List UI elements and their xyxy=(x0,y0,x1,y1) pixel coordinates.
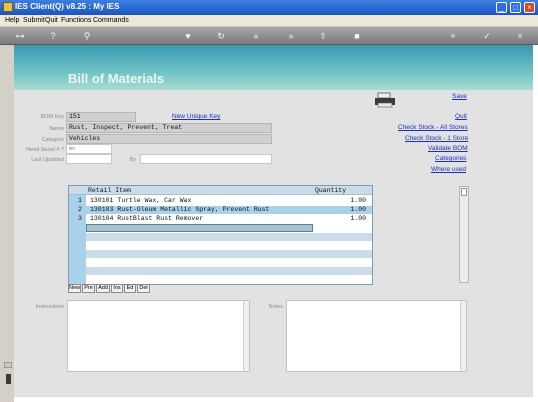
where-used-link[interactable]: Where used xyxy=(431,166,466,173)
fast-forward-icon[interactable]: » xyxy=(285,30,297,42)
row-number: 2 xyxy=(78,206,82,213)
instructions-scrollbar[interactable] xyxy=(243,301,249,371)
notes-textarea[interactable] xyxy=(286,300,467,372)
row-item: 130104 RustBlast Rust Remover xyxy=(90,215,204,222)
empty-row xyxy=(86,267,372,275)
empty-row xyxy=(86,233,372,241)
app-icon xyxy=(3,2,13,12)
bom-key-field[interactable]: 151 xyxy=(66,112,136,122)
column-quantity[interactable]: Quantity xyxy=(315,187,346,194)
check-icon[interactable]: ✓ xyxy=(481,30,493,42)
printer-icon[interactable] xyxy=(374,92,396,108)
menu-bar: Help Submit Quit Functions Commands xyxy=(0,15,538,27)
grid-new-button[interactable]: New xyxy=(68,284,81,293)
validate-bom-link[interactable]: Validate BOM xyxy=(428,145,468,152)
content-frame: Bill of Materials BOM Key 151 New Unique… xyxy=(14,45,533,397)
instructions-textarea[interactable] xyxy=(67,300,250,372)
name-label: Name xyxy=(49,126,64,132)
menu-submit[interactable]: Submit xyxy=(23,17,45,24)
heart-icon[interactable]: ♥ xyxy=(182,30,194,42)
page-title: Bill of Materials xyxy=(68,71,165,86)
row-item: 130103 Rust-Oleum Metallic Spray, Preven… xyxy=(90,206,270,213)
category-field[interactable]: Vehicles xyxy=(66,134,272,144)
row-quantity: 1.00 xyxy=(350,206,366,213)
toolbar: ⊶ ? ⚲ ♥ ↻ « » ⇧ ■ + ✓ × xyxy=(0,27,538,45)
serial-label: Need Serial # ? xyxy=(26,147,64,153)
add-icon[interactable]: + xyxy=(447,30,459,42)
grid-previous-button[interactable]: Pre xyxy=(82,284,95,293)
window-title: IES Client(Q) v8.25 : My IES xyxy=(15,2,120,11)
rewind-icon[interactable]: « xyxy=(250,30,262,42)
maximize-button[interactable]: □ xyxy=(510,2,521,13)
grid-edit-button[interactable]: Ed xyxy=(124,284,136,293)
header-band: Bill of Materials xyxy=(14,45,533,90)
close-icon[interactable]: × xyxy=(514,30,526,42)
refresh-icon[interactable]: ↻ xyxy=(215,30,227,42)
key-icon[interactable]: ⊶ xyxy=(10,30,30,42)
bom-key-label: BOM Key xyxy=(40,114,64,120)
row-number: 3 xyxy=(78,215,82,222)
stop-icon[interactable]: ■ xyxy=(351,30,363,42)
title-bar: IES Client(Q) v8.25 : My IES _ □ × xyxy=(0,0,538,15)
left-edge-strip xyxy=(0,45,14,402)
menu-quit[interactable]: Quit xyxy=(45,17,58,24)
notes-label: Notes xyxy=(268,304,283,310)
close-window-button[interactable]: × xyxy=(524,2,535,13)
row-item: 130101 Turtle Wax, Car Wax xyxy=(90,197,192,204)
side-tab-icon[interactable] xyxy=(4,362,12,368)
name-field[interactable]: Rust, Inspect, Prevent, Treat xyxy=(66,123,272,133)
menu-functions[interactable]: Functions xyxy=(61,17,91,24)
grid-insert-button[interactable]: Ins xyxy=(111,284,123,293)
menu-commands[interactable]: Commands xyxy=(93,17,129,24)
search-icon[interactable]: ⚲ xyxy=(81,30,93,42)
row-quantity: 1.00 xyxy=(350,197,366,204)
save-link[interactable]: Save xyxy=(452,93,467,100)
minimize-button[interactable]: _ xyxy=(496,2,507,13)
row-quantity: 1.00 xyxy=(350,215,366,222)
grid-delete-button[interactable]: Del xyxy=(137,284,150,293)
table-row[interactable]: 3 130104 RustBlast Rust Remover 1.00 xyxy=(69,215,372,223)
quit-link[interactable]: Quit xyxy=(455,113,467,120)
empty-row xyxy=(86,250,372,258)
by-field[interactable] xyxy=(140,154,272,164)
new-row-input[interactable] xyxy=(86,224,313,232)
notes-scrollbar[interactable] xyxy=(460,301,466,371)
instructions-label: Instructions xyxy=(35,304,64,310)
menu-help[interactable]: Help xyxy=(5,17,19,24)
table-row[interactable]: 1 130101 Turtle Wax, Car Wax 1.00 xyxy=(69,197,372,205)
help-icon[interactable]: ? xyxy=(47,30,59,42)
scroll-thumb[interactable] xyxy=(461,188,467,196)
upload-icon[interactable]: ⇧ xyxy=(317,30,329,42)
by-label: By xyxy=(129,157,136,163)
column-retail-item[interactable]: Retail Item xyxy=(88,187,131,194)
row-number: 1 xyxy=(78,197,82,204)
grid-vertical-scrollbar[interactable] xyxy=(459,186,469,283)
check-stock-all-link[interactable]: Check Stock - All Stores xyxy=(398,124,468,131)
check-stock-one-link[interactable]: Check Stock - 1 Store xyxy=(405,135,468,142)
last-updated-label: Last Updated xyxy=(31,157,64,163)
bom-items-grid: Retail Item Quantity 1 130101 Turtle Wax… xyxy=(68,185,373,285)
new-unique-key-link[interactable]: New Unique Key xyxy=(172,113,220,120)
side-marker-icon xyxy=(6,374,11,384)
category-label: Category xyxy=(41,137,64,143)
serial-select[interactable]: No xyxy=(66,144,112,154)
table-row[interactable]: 2 130103 Rust-Oleum Metallic Spray, Prev… xyxy=(69,206,372,214)
grid-header: Retail Item Quantity xyxy=(69,186,372,195)
grid-add-button[interactable]: Add xyxy=(96,284,110,293)
categories-link[interactable]: Categories xyxy=(435,155,466,162)
